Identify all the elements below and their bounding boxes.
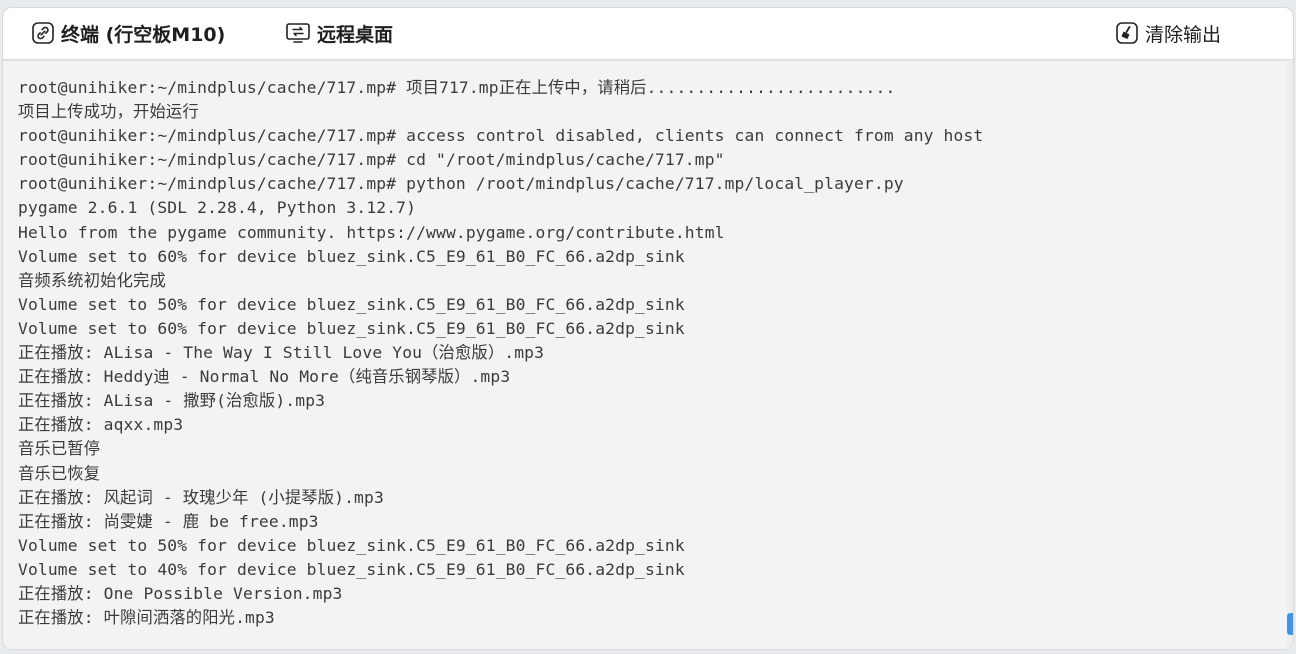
vertical-scrollbar[interactable] <box>1287 60 1293 649</box>
terminal-line: Volume set to 60% for device bluez_sink.… <box>18 246 685 266</box>
terminal-line: Volume set to 40% for device bluez_sink.… <box>18 559 685 579</box>
terminal-line: 项目上传成功，开始运行 <box>18 102 199 122</box>
broom-icon <box>1115 21 1139 45</box>
remote-desktop-tab[interactable]: 远程桌面 <box>285 20 393 46</box>
terminal-line: 正在播放: One Possible Version.mp3 <box>18 583 343 603</box>
terminal-output[interactable]: root@unihiker:~/mindplus/cache/717.mp# 项… <box>3 60 1293 649</box>
terminal-line: 正在播放: Heddy迪 - Normal No More（纯音乐钢琴版）.mp… <box>18 367 511 387</box>
terminal-line: 音乐已恢复 <box>18 463 101 483</box>
terminal-line: root@unihiker:~/mindplus/cache/717.mp# c… <box>18 150 725 170</box>
clear-output-button[interactable]: 清除输出 <box>1115 20 1221 46</box>
terminal-lines: root@unihiker:~/mindplus/cache/717.mp# 项… <box>18 76 1279 630</box>
terminal-line: Hello from the pygame community. https:/… <box>18 222 725 242</box>
terminal-tab[interactable]: 终端 (行空板M10) <box>31 20 225 46</box>
terminal-line: 正在播放: ALisa - 撒野(治愈版).mp3 <box>18 391 326 411</box>
terminal-line: root@unihiker:~/mindplus/cache/717.mp# 项… <box>18 78 896 97</box>
terminal-toolbar: 终端 (行空板M10) 远程桌面 清除输出 <box>3 8 1293 60</box>
terminal-line: Volume set to 60% for device bluez_sink.… <box>18 318 685 338</box>
terminal-line: 音乐已暂停 <box>18 439 101 459</box>
terminal-line: Volume set to 50% for device bluez_sink.… <box>18 535 685 555</box>
terminal-line: 正在播放: aqxx.mp3 <box>18 415 184 435</box>
terminal-line: pygame 2.6.1 (SDL 2.28.4, Python 3.12.7) <box>18 198 417 218</box>
remote-desktop-label: 远程桌面 <box>317 23 394 46</box>
link-icon <box>31 21 55 45</box>
terminal-line: root@unihiker:~/mindplus/cache/717.mp# p… <box>18 174 904 194</box>
remote-desktop-icon <box>285 21 311 45</box>
terminal-line: 正在播放: 风起词 - 玫瑰少年 (小提琴版).mp3 <box>18 487 384 507</box>
clear-output-label: 清除输出 <box>1145 23 1222 46</box>
terminal-panel: 终端 (行空板M10) 远程桌面 清除输出 root@unihiker:~/mi… <box>2 7 1294 650</box>
terminal-tab-label: 终端 (行空板M10) <box>61 23 226 46</box>
terminal-line: root@unihiker:~/mindplus/cache/717.mp# a… <box>18 126 984 146</box>
terminal-line: 正在播放: 叶隙间洒落的阳光.mp3 <box>18 608 275 628</box>
terminal-line: 正在播放: ALisa - The Way I Still Love You（治… <box>18 343 545 363</box>
terminal-line: 音频系统初始化完成 <box>18 270 166 290</box>
scrollbar-thumb[interactable] <box>1287 613 1293 635</box>
terminal-line: 正在播放: 尚雯婕 - 鹿 be free.mp3 <box>18 511 319 531</box>
terminal-line: Volume set to 50% for device bluez_sink.… <box>18 294 685 314</box>
